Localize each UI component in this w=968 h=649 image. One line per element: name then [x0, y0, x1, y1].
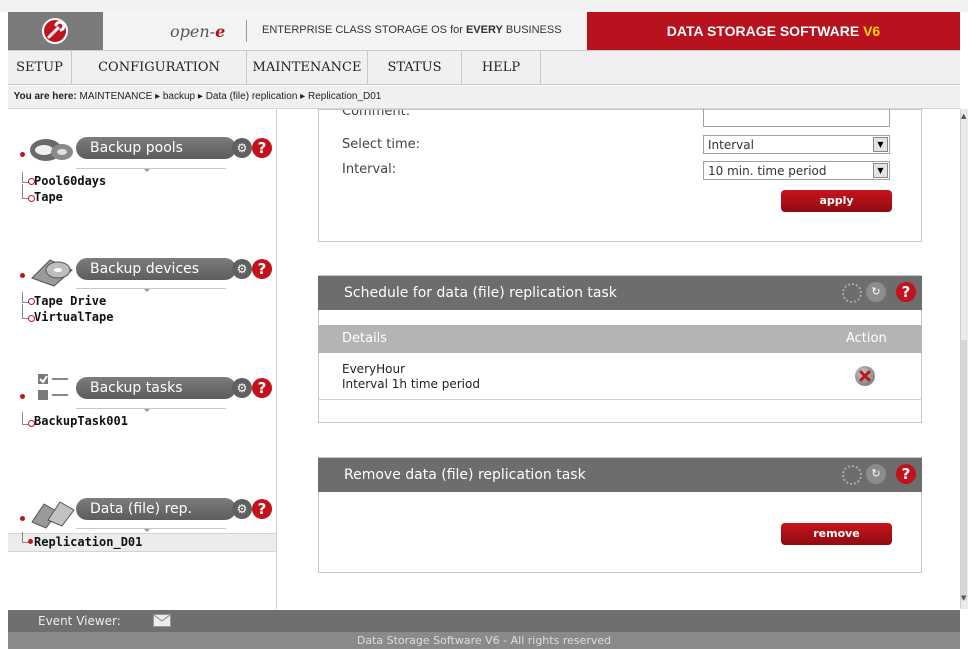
product-version: V6	[863, 23, 881, 39]
help-icon[interactable]: ?	[896, 282, 916, 302]
tree-item-replication-d01[interactable]: Replication_D01	[34, 535, 142, 549]
breadcrumb: You are here: MAINTENANCE ▸ backup ▸ Dat…	[8, 86, 960, 109]
section-title-data-file-rep[interactable]: Data (file) rep.	[76, 498, 236, 520]
divider	[76, 168, 226, 169]
envelope-icon[interactable]	[153, 614, 171, 627]
table-divider	[318, 399, 922, 400]
breadcrumb-prefix: You are here:	[13, 91, 77, 102]
section-title-backup-devices[interactable]: Backup devices	[76, 258, 236, 280]
select-time-label: Select time:	[342, 137, 420, 152]
select-time-value: Interval	[708, 138, 754, 152]
disk-pool-icon	[30, 139, 73, 161]
tree-node-selected-icon	[28, 539, 33, 544]
schedule-panel-header: Schedule for data (file) replication tas…	[318, 276, 922, 310]
breadcrumb-path[interactable]: MAINTENANCE ▸ backup ▸ Data (file) repli…	[80, 91, 382, 102]
dropdown-arrow-icon: ▼	[873, 163, 888, 178]
scroll-up-icon[interactable]: ▲	[961, 112, 967, 120]
replication-icon	[31, 501, 75, 529]
help-icon[interactable]: ?	[252, 378, 272, 398]
section-dot	[20, 152, 25, 157]
divider	[76, 528, 226, 529]
header-separator	[246, 20, 247, 42]
apply-button[interactable]: apply	[781, 190, 892, 212]
interval-dropdown[interactable]: 10 min. time period ▼	[703, 161, 890, 180]
nav-help[interactable]: HELP	[462, 51, 541, 84]
help-icon[interactable]: ?	[252, 499, 272, 519]
remove-panel-header: Remove data (file) replication task	[318, 458, 922, 492]
help-icon[interactable]: ?	[252, 259, 272, 279]
tagline-bold: EVERY	[465, 24, 503, 36]
wrench-icon[interactable]: ⚙	[232, 378, 252, 398]
loading-icon	[842, 283, 862, 303]
scroll-down-icon[interactable]: ▼	[961, 594, 967, 602]
loading-icon	[842, 465, 862, 485]
schedule-name: EveryHour	[342, 362, 406, 376]
chevron-down-icon	[144, 169, 150, 172]
logo-cell[interactable]	[8, 12, 103, 50]
nav-setup[interactable]: SETUP	[8, 51, 72, 84]
nav-status[interactable]: STATUS	[368, 51, 462, 84]
schedule-panel-title: Schedule for data (file) replication tas…	[344, 285, 617, 301]
tagline: ENTERPRISE CLASS STORAGE OS for EVERY BU…	[262, 24, 562, 36]
tree-item-tape-drive[interactable]: Tape Drive	[34, 294, 106, 308]
comment-label: Comment:	[342, 110, 411, 119]
footer: Data Storage Software V6 - All rights re…	[8, 632, 960, 649]
nav-maintenance[interactable]: MAINTENANCE	[247, 51, 368, 84]
product-banner: DATA STORAGE SOFTWARE V6	[587, 12, 960, 50]
tape-device-icon	[31, 259, 73, 287]
scroll-thumb[interactable]	[961, 340, 967, 600]
nav-configuration[interactable]: CONFIGURATION	[72, 51, 247, 84]
refresh-icon[interactable]: ↻	[866, 464, 886, 484]
section-dot	[20, 273, 25, 278]
tagline-pre: ENTERPRISE CLASS STORAGE OS for	[262, 24, 466, 36]
task-list-icon	[38, 374, 68, 400]
remove-button[interactable]: remove	[781, 523, 892, 545]
interval-label: Interval:	[342, 162, 397, 177]
wrench-icon[interactable]: ⚙	[232, 259, 252, 279]
section-dot	[20, 516, 25, 521]
select-time-dropdown[interactable]: Interval ▼	[703, 135, 890, 154]
refresh-icon[interactable]: ↻	[866, 282, 886, 302]
column-details: Details	[342, 331, 388, 346]
tree-item-virtualtape[interactable]: VirtualTape	[34, 310, 113, 324]
event-viewer-bar: Event Viewer:	[8, 610, 960, 632]
chevron-down-icon	[144, 529, 150, 532]
product-title: DATA STORAGE SOFTWARE V6	[587, 23, 960, 39]
interval-value: 10 min. time period	[708, 164, 827, 178]
comment-input[interactable]	[703, 109, 890, 127]
divider	[76, 408, 226, 409]
brand-logo: open-e	[170, 22, 225, 41]
section-dot	[20, 394, 25, 399]
divider	[76, 288, 226, 289]
event-viewer-label: Event Viewer:	[38, 614, 121, 628]
section-title-backup-tasks[interactable]: Backup tasks	[76, 377, 236, 399]
tagline-post: BUSINESS	[502, 24, 562, 36]
tree-item-pool60days[interactable]: Pool60days	[34, 174, 106, 188]
top-strip	[0, 0, 968, 12]
tree-item-tape[interactable]: Tape	[34, 190, 63, 204]
wrench-logo-icon	[42, 18, 68, 44]
section-title-backup-pools[interactable]: Backup pools	[76, 137, 236, 159]
product-title-text: DATA STORAGE SOFTWARE	[666, 23, 864, 39]
copyright-text: Data Storage Software V6 - All rights re…	[356, 634, 612, 647]
help-icon[interactable]: ?	[896, 464, 916, 484]
help-icon[interactable]: ?	[252, 138, 272, 158]
close-icon	[859, 370, 871, 382]
delete-schedule-button[interactable]	[855, 366, 875, 386]
column-action: Action	[846, 331, 887, 346]
wrench-icon[interactable]: ⚙	[232, 138, 252, 158]
brand-prefix: open-	[170, 22, 216, 41]
chevron-down-icon	[144, 409, 150, 412]
brand-suffix: e	[215, 22, 226, 41]
chevron-down-icon	[144, 289, 150, 292]
schedule-table-header: Details Action	[318, 325, 922, 353]
dropdown-arrow-icon: ▼	[873, 137, 888, 152]
tree-item-backuptask001[interactable]: BackupTask001	[34, 414, 128, 428]
wrench-icon[interactable]: ⚙	[232, 499, 252, 519]
remove-panel-title: Remove data (file) replication task	[344, 467, 586, 483]
schedule-interval: Interval 1h time period	[342, 377, 480, 391]
